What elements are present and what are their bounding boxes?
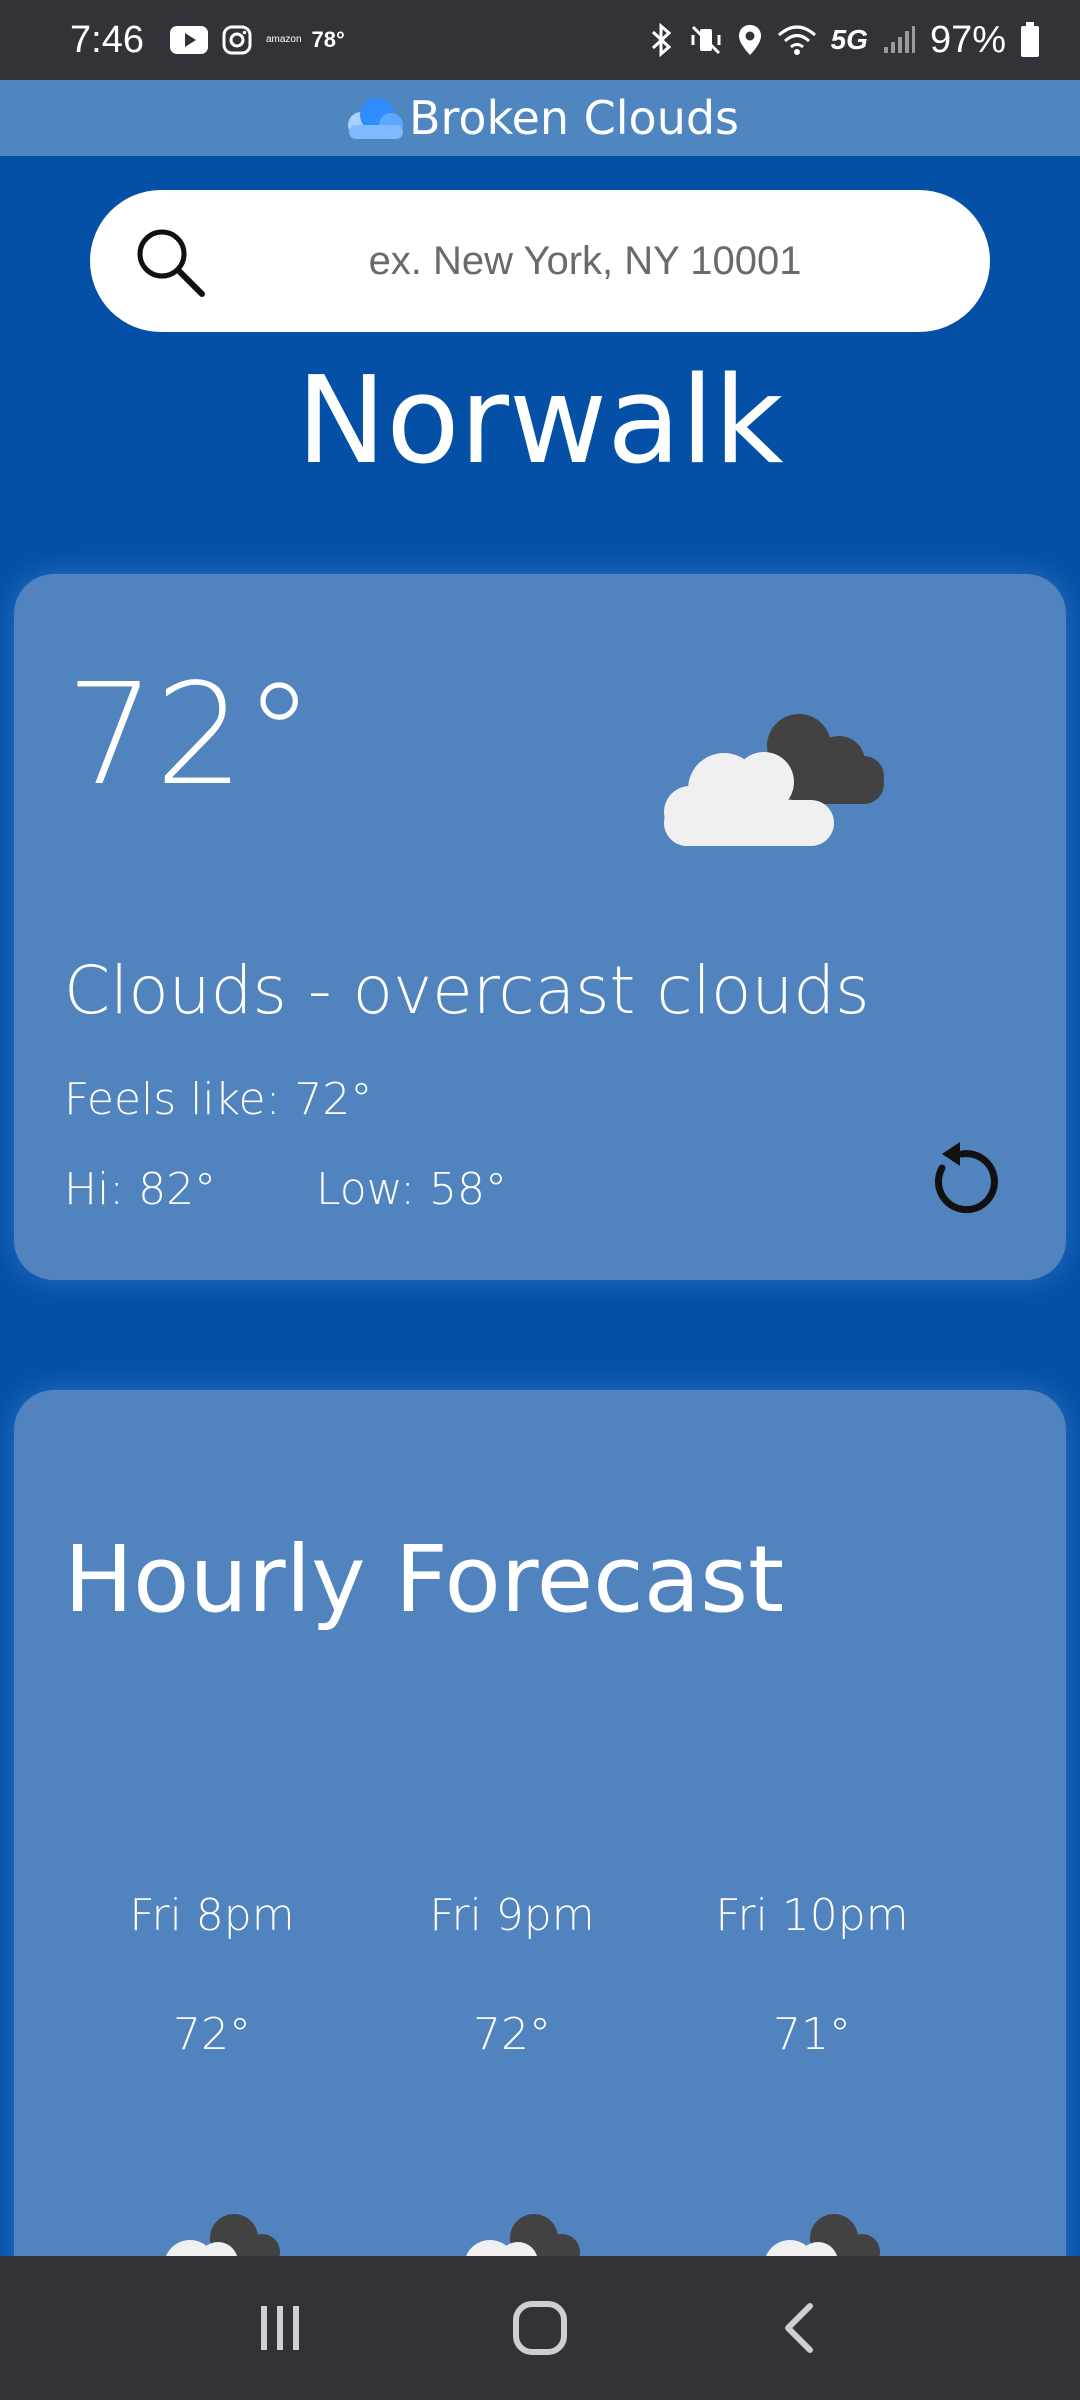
wifi-icon	[777, 25, 816, 55]
search-icon[interactable]	[130, 222, 210, 302]
recent-apps-icon	[261, 2306, 299, 2350]
feels-like: Feels like: 72°	[64, 1074, 373, 1125]
current-temperature: 72°	[66, 654, 315, 817]
hourly-temp: 72°	[473, 2009, 551, 2060]
city-name: Norwalk	[296, 352, 784, 491]
location-icon	[738, 25, 761, 55]
vibrate-mute-icon	[691, 25, 721, 55]
back-icon	[785, 2303, 813, 2353]
search-bar[interactable]	[90, 190, 990, 332]
cloud-logo-icon	[347, 98, 403, 139]
broken-clouds-icon	[664, 714, 884, 846]
hourly-forecast-title: Hourly Forecast	[64, 1526, 785, 1633]
bluetooth-icon	[651, 23, 671, 57]
amazon-weather-icon: amazon 78°	[266, 27, 345, 53]
hourly-item: Fri 9pm 72°	[362, 1890, 662, 2060]
weather-description: Clouds - overcast clouds	[64, 952, 870, 1029]
search-input[interactable]	[240, 190, 930, 332]
status-bar-right: 5G 97%	[649, 19, 1040, 62]
temperature-high: Hi: 82°	[64, 1164, 217, 1215]
app-title: Broken Clouds	[408, 91, 740, 145]
temperature-low: Low: 58°	[316, 1164, 508, 1215]
hourly-item: Fri 10pm 71°	[662, 1890, 962, 2060]
instagram-icon	[222, 25, 252, 55]
home-button[interactable]	[500, 2288, 580, 2368]
recent-apps-button[interactable]	[240, 2288, 320, 2368]
hourly-forecast-card: Hourly Forecast Fri 8pm 72° Fri 9pm 72° …	[14, 1390, 1066, 2400]
refresh-icon[interactable]	[920, 1140, 1004, 1224]
hourly-time: Fri 9pm	[429, 1890, 595, 1941]
navigation-bar	[0, 2256, 1080, 2400]
current-weather-card: 72° Clouds - overcast clouds Feels like:…	[14, 574, 1066, 1280]
youtube-icon	[169, 26, 208, 54]
back-button[interactable]	[760, 2288, 840, 2368]
hourly-time: Fri 10pm	[715, 1890, 909, 1941]
status-bar: 7:46 amazon 78° 5G 97%	[0, 0, 1080, 80]
network-type: 5G	[830, 24, 868, 55]
battery-icon	[1021, 22, 1039, 57]
hourly-item: Fri 8pm 72°	[62, 1890, 362, 2060]
clock: 7:46	[70, 18, 144, 61]
status-bar-left: 7:46 amazon 78°	[70, 19, 345, 62]
signal-icon	[883, 26, 915, 53]
hourly-time: Fri 8pm	[129, 1890, 295, 1941]
home-icon	[513, 2301, 567, 2355]
hourly-temp: 72°	[173, 2009, 251, 2060]
hourly-temp: 71°	[773, 2009, 851, 2060]
battery-percent: 97%	[929, 18, 1006, 61]
amazon-label: amazon	[265, 34, 302, 45]
app-header: Broken Clouds	[0, 80, 1080, 156]
weather-temp: 78°	[311, 27, 345, 52]
